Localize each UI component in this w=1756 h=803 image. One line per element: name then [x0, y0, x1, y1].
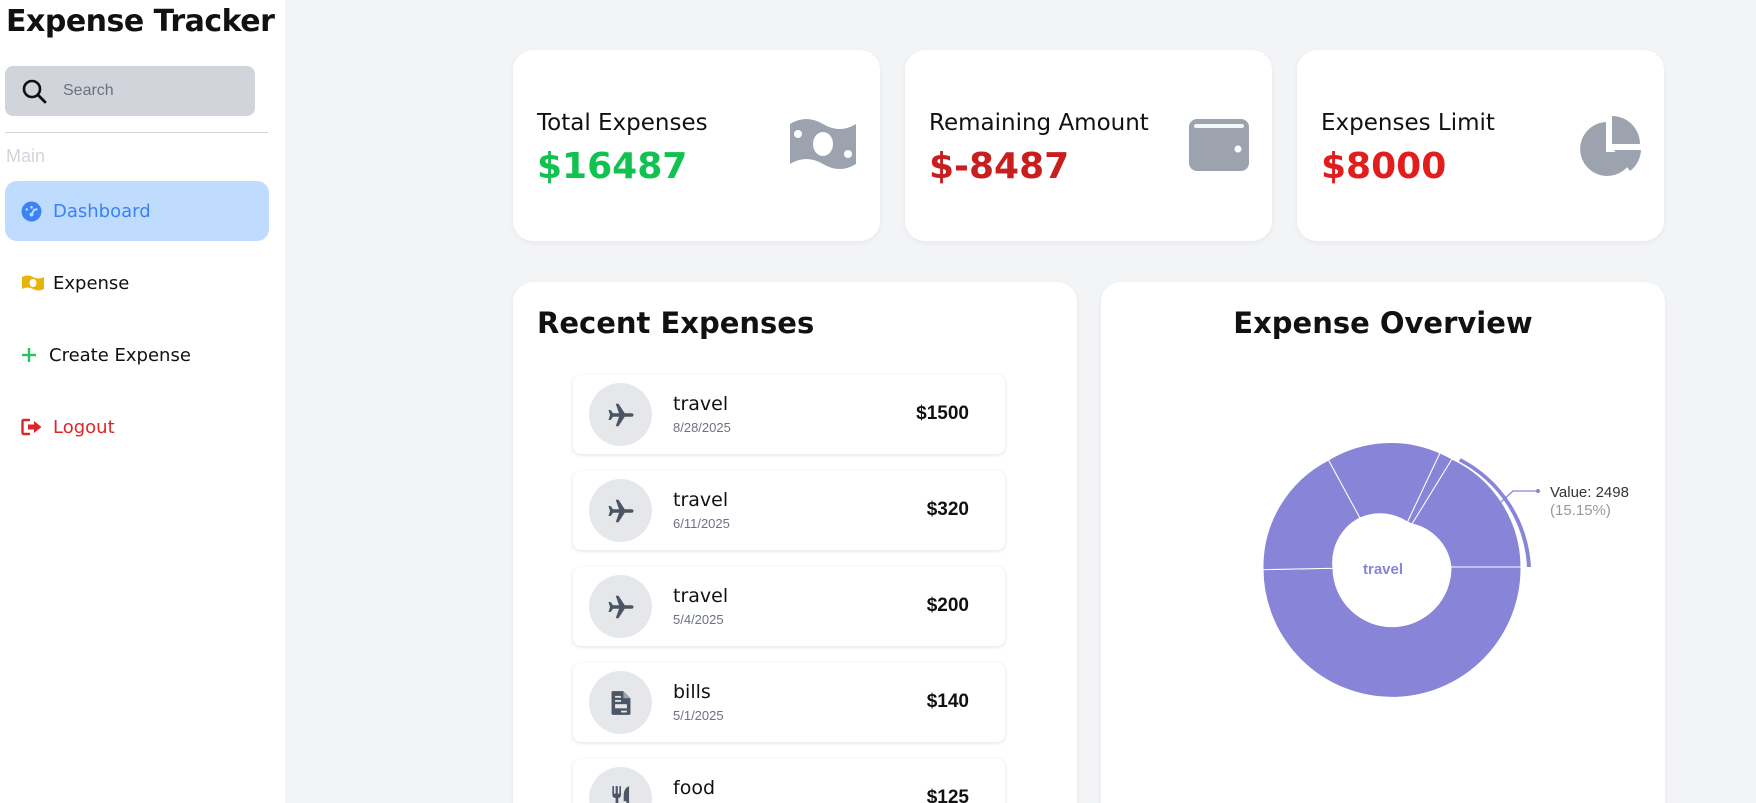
sidebar-item-label: Dashboard: [53, 200, 151, 222]
tooltip-value: Value: 2498: [1550, 484, 1629, 501]
sidebar-item-logout[interactable]: Logout: [5, 397, 269, 457]
search-icon: [5, 78, 63, 104]
recent-expenses-panel: Recent Expenses travel 8/28/2025 $1500 t…: [513, 282, 1077, 803]
expense-date: 6/11/2025: [673, 516, 730, 531]
expense-date: 5/1/2025: [673, 708, 724, 723]
sidebar: Expense Tracker Main Dashboard Expense C…: [0, 0, 285, 803]
donut-center-label: travel: [1363, 561, 1403, 578]
gauge-icon: [21, 201, 53, 222]
stat-card-expenses-limit: Expenses Limit $8000: [1297, 50, 1664, 241]
plane-icon: [589, 383, 652, 446]
stat-card-total-expenses: Total Expenses $16487: [513, 50, 880, 241]
expense-category: food: [673, 777, 715, 799]
search-input[interactable]: [63, 82, 233, 100]
search-box[interactable]: [5, 66, 255, 116]
logout-icon: [21, 418, 53, 436]
wallet-icon: [1188, 116, 1250, 177]
tooltip-percent: (15.15%): [1550, 502, 1611, 519]
recent-expenses-title: Recent Expenses: [537, 306, 815, 340]
sidebar-item-label: Logout: [53, 416, 115, 438]
expense-category: travel: [673, 585, 729, 607]
utensils-icon: [589, 767, 652, 803]
expense-overview-panel: Expense Overview travel Value: 2498 (15.…: [1101, 282, 1665, 803]
plane-icon: [589, 479, 652, 542]
expense-amount: $140: [926, 691, 969, 712]
sidebar-divider: [5, 132, 268, 133]
sidebar-item-create-expense[interactable]: Create Expense: [5, 325, 269, 385]
stat-value: $-8487: [929, 146, 1070, 187]
expense-amount: $320: [926, 499, 969, 520]
expense-donut-chart: travel Value: 2498 (15.15%): [1262, 442, 1629, 698]
pie-chart-icon: [1578, 116, 1642, 183]
expense-amount: $200: [926, 595, 969, 616]
expense-category: travel: [673, 393, 729, 415]
stat-card-remaining-amount: Remaining Amount $-8487: [905, 50, 1272, 241]
nav-section-label: Main: [6, 146, 46, 166]
stat-value: $16487: [537, 146, 688, 187]
money-bill-icon: [788, 116, 858, 177]
sidebar-item-dashboard[interactable]: Dashboard: [5, 181, 269, 241]
expense-list-item[interactable]: travel 8/28/2025 $1500: [573, 375, 1005, 454]
sidebar-item-label: Expense: [53, 272, 130, 294]
plus-icon: [21, 347, 49, 363]
expense-list-item[interactable]: food $125: [573, 759, 1005, 803]
expense-category: travel: [673, 489, 729, 511]
donut-slice: [1262, 566, 1522, 698]
expense-date: 5/4/2025: [673, 612, 724, 627]
stat-label: Remaining Amount: [929, 110, 1149, 136]
plane-icon: [589, 575, 652, 638]
sidebar-item-label: Create Expense: [49, 344, 191, 366]
tooltip-dot: [1536, 489, 1540, 493]
expense-list-item[interactable]: travel 6/11/2025 $320: [573, 471, 1005, 550]
expense-list-item[interactable]: bills 5/1/2025 $140: [573, 663, 1005, 742]
money-bill-icon: [21, 274, 53, 292]
expense-amount: $125: [926, 787, 969, 803]
sidebar-item-expense[interactable]: Expense: [5, 253, 269, 313]
file-invoice-icon: [589, 671, 652, 734]
stat-label: Expenses Limit: [1321, 110, 1495, 136]
expense-amount: $1500: [916, 403, 969, 424]
app-title: Expense Tracker: [6, 4, 275, 39]
expense-date: 8/28/2025: [673, 420, 731, 435]
expense-list-item[interactable]: travel 5/4/2025 $200: [573, 567, 1005, 646]
stat-label: Total Expenses: [537, 110, 708, 136]
expense-category: bills: [673, 681, 711, 703]
stat-value: $8000: [1321, 146, 1447, 187]
